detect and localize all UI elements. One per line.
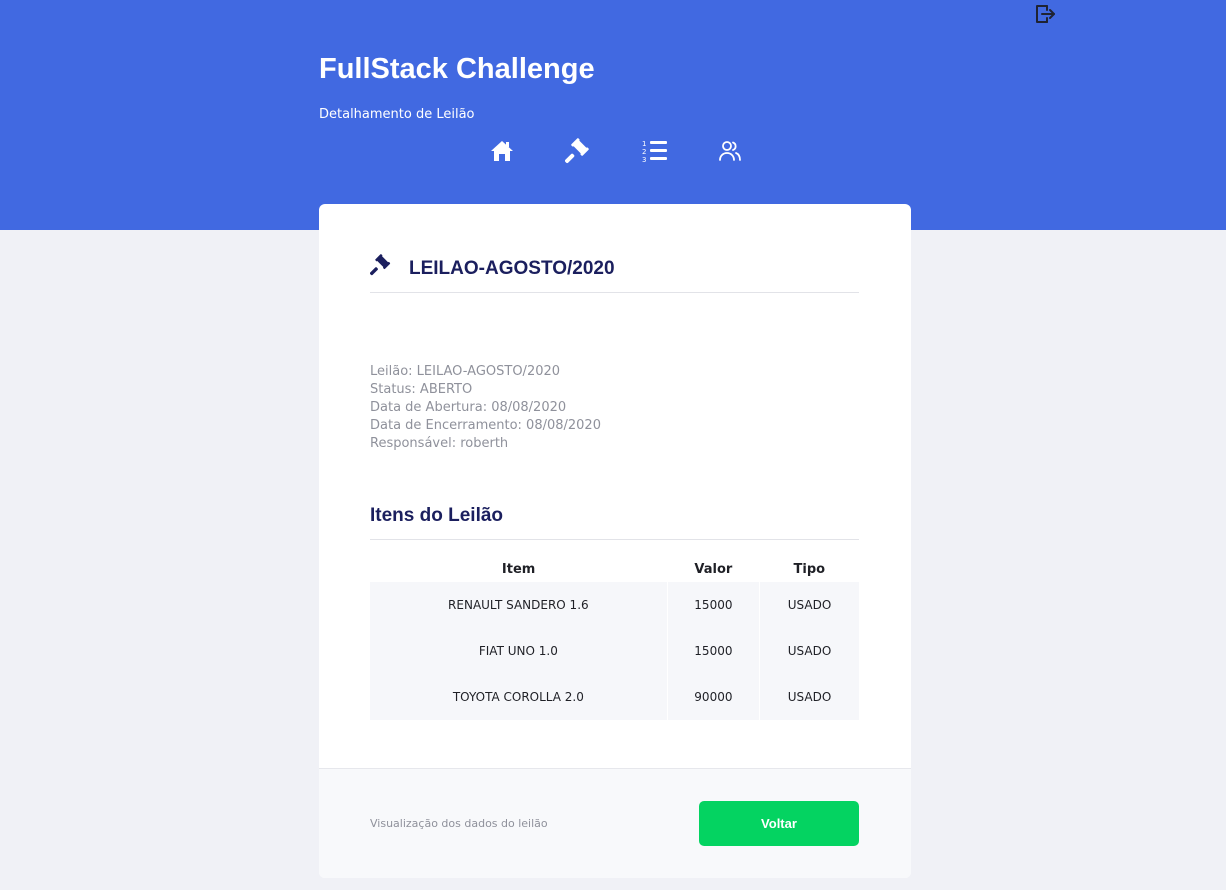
detail-status: Status: ABERTO: [370, 382, 473, 397]
column-header-valor: Valor: [694, 561, 733, 577]
table-cell-item: RENAULT SANDERO 1.6: [370, 582, 668, 628]
nav-home-button[interactable]: [487, 136, 517, 166]
footer-description: Visualização dos dados do leilão: [370, 817, 548, 830]
card-header: LEILAO-AGOSTO/2020: [370, 248, 859, 293]
nav-items-button[interactable]: 1 2 3: [640, 136, 670, 166]
gavel-icon: [370, 254, 391, 276]
app-title: FullStack Challenge: [319, 53, 595, 85]
table-cell-item: FIAT UNO 1.0: [370, 628, 668, 674]
detail-leilao: Leilão: LEILAO-AGOSTO/2020: [370, 364, 561, 379]
table-cell-item: TOYOTA COROLLA 2.0: [370, 674, 668, 720]
gavel-icon: [565, 138, 589, 164]
auction-details: Leilão: LEILAO-AGOSTO/2020 Status: ABERT…: [370, 363, 601, 453]
back-button[interactable]: Voltar: [699, 801, 859, 846]
table-row: RENAULT SANDERO 1.6 15000 USADO: [370, 582, 859, 628]
table-cell-valor: 90000: [667, 674, 761, 720]
card-footer: Visualização dos dados do leilão Voltar: [319, 768, 911, 878]
table-row: TOYOTA COROLLA 2.0 90000 USADO: [370, 674, 859, 720]
detail-opening-date: Data de Abertura: 08/08/2020: [370, 400, 567, 415]
header-banner: FullStack Challenge Detalhamento de Leil…: [0, 0, 1226, 230]
table-cell-valor: 15000: [667, 582, 761, 628]
logout-icon[interactable]: [1033, 2, 1057, 26]
nav-users-button[interactable]: [715, 136, 745, 166]
auction-items-table: Item Valor Tipo RENAULT SANDERO 1.6 1500…: [370, 556, 859, 720]
detail-responsible: Responsável: roberth: [370, 436, 509, 451]
table-row: FIAT UNO 1.0 15000 USADO: [370, 628, 859, 674]
divider: [370, 539, 859, 540]
users-icon: [719, 141, 741, 161]
auction-detail-card: LEILAO-AGOSTO/2020 Leilão: LEILAO-AGOSTO…: [319, 204, 911, 878]
table-cell-tipo: USADO: [759, 628, 859, 674]
nav-auctions-button[interactable]: [563, 136, 593, 166]
column-header-tipo: Tipo: [793, 561, 826, 577]
column-header-item: Item: [501, 561, 536, 577]
table-cell-tipo: USADO: [759, 674, 859, 720]
nav-bar: 1 2 3: [0, 136, 1226, 166]
detail-closing-date: Data de Encerramento: 08/08/2020: [370, 418, 601, 433]
svg-text:3: 3: [642, 156, 646, 163]
svg-text:2: 2: [642, 148, 646, 156]
svg-text:1: 1: [642, 140, 646, 148]
auction-title: LEILAO-AGOSTO/2020: [409, 258, 615, 279]
table-cell-tipo: USADO: [759, 582, 859, 628]
home-icon: [491, 141, 513, 161]
items-section-title: Itens do Leilão: [370, 505, 504, 526]
numbered-list-icon: 1 2 3: [642, 140, 667, 163]
table-header-row: Item Valor Tipo: [370, 556, 859, 582]
page-subtitle: Detalhamento de Leilão: [319, 107, 475, 122]
table-cell-valor: 15000: [667, 628, 761, 674]
